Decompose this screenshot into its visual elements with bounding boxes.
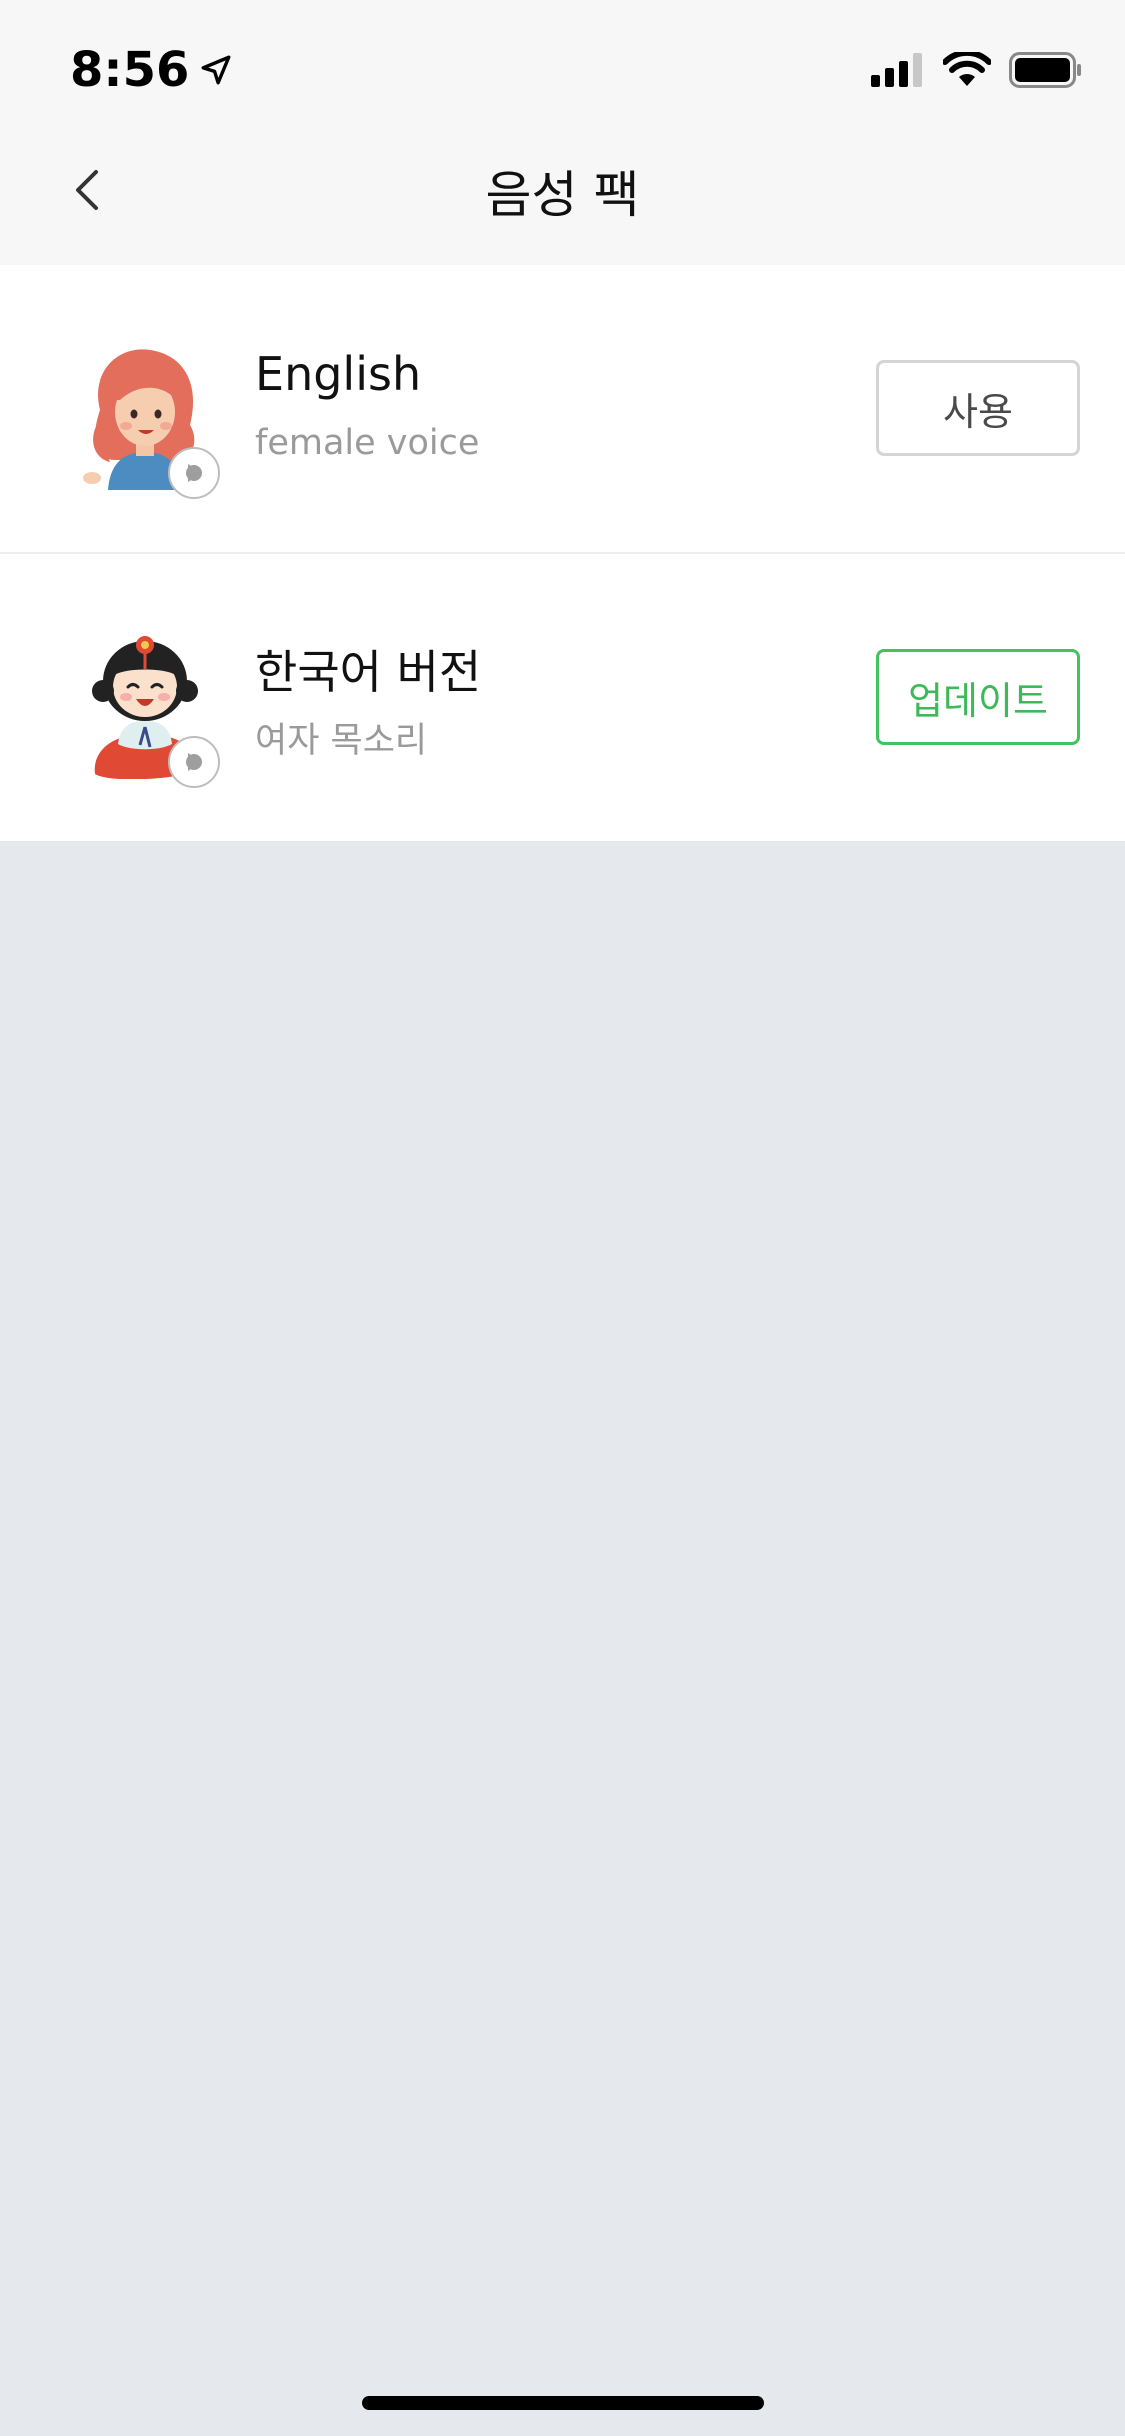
voice-pack-subtitle: 여자 목소리 [255, 721, 428, 761]
status-time: 8:56 [70, 40, 233, 100]
update-button[interactable]: 업데이트 [876, 649, 1080, 745]
status-time-text: 8:56 [70, 42, 190, 98]
play-button[interactable] [168, 736, 220, 788]
page-title: 음성 팩 [485, 166, 640, 224]
wifi-icon [943, 52, 991, 86]
play-icon [186, 753, 202, 771]
voice-pack-title: English [255, 347, 422, 401]
play-icon [186, 464, 202, 482]
voice-pack-title: 한국어 버전 [255, 645, 482, 699]
play-button[interactable] [168, 447, 220, 499]
top-bar: 8:56 음성 팩 [0, 0, 1125, 265]
voice-pack-row-english: English female voice 사용 [0, 265, 1125, 552]
cellular-signal-icon [871, 53, 922, 87]
voice-pack-list: English female voice 사용 한국어 버전 여자 목소리 업데… [0, 265, 1125, 841]
location-arrow-icon [201, 55, 231, 85]
voice-pack-subtitle: female voice [255, 423, 480, 463]
use-button[interactable]: 사용 [876, 360, 1080, 456]
voice-pack-row-korean: 한국어 버전 여자 목소리 업데이트 [0, 552, 1125, 841]
battery-icon [1009, 52, 1081, 88]
status-icons [871, 48, 1083, 92]
home-indicator[interactable] [362, 2396, 764, 2410]
